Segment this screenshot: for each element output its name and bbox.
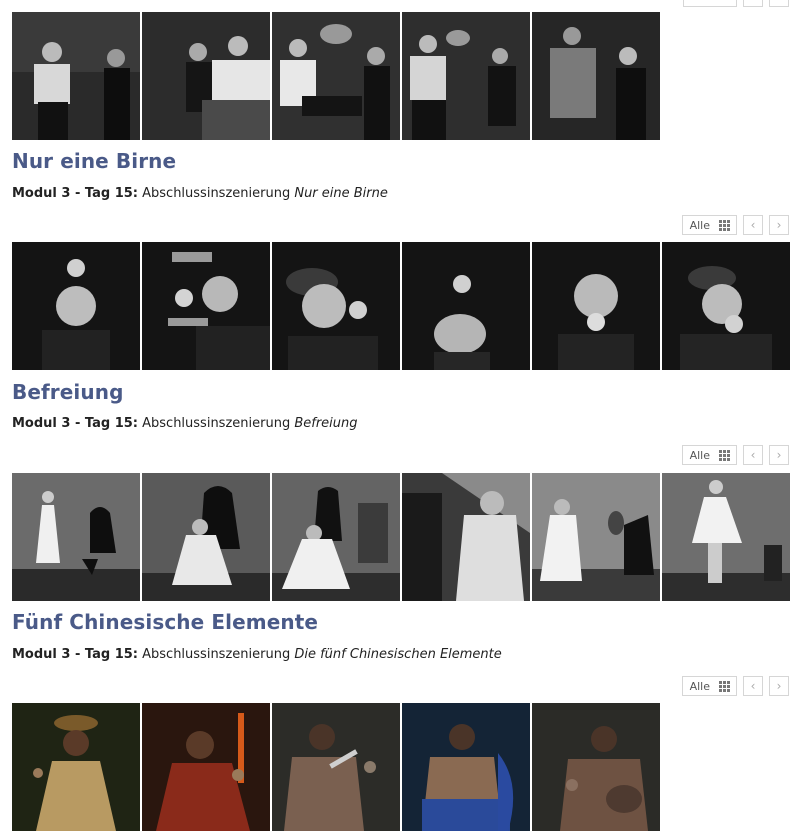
chevron-right-icon: › bbox=[776, 448, 782, 462]
view-all-button[interactable] bbox=[683, 0, 737, 7]
gallery-controls: Alle ‹ › bbox=[681, 676, 789, 696]
gallery-thumbnail[interactable] bbox=[12, 12, 140, 140]
gallery-thumbnail[interactable] bbox=[532, 12, 660, 140]
chevron-left-icon: ‹ bbox=[750, 679, 756, 693]
gallery-thumbnail[interactable] bbox=[142, 473, 270, 601]
prev-button[interactable] bbox=[743, 0, 763, 7]
view-all-label: Alle bbox=[689, 218, 710, 232]
next-button[interactable]: › bbox=[769, 215, 789, 235]
gallery-description: Modul 3 - Tag 15: Abschlussinszenierung … bbox=[12, 416, 358, 431]
chevron-right-icon: › bbox=[776, 679, 782, 693]
description-emphasis: Befreiung bbox=[294, 416, 358, 431]
chevron-right-icon: › bbox=[776, 218, 782, 232]
gallery-thumbnail[interactable] bbox=[662, 242, 790, 370]
gallery-thumbnail[interactable] bbox=[272, 473, 400, 601]
prev-button[interactable]: ‹ bbox=[743, 215, 763, 235]
prev-button[interactable]: ‹ bbox=[743, 676, 763, 696]
description-text: Abschlussinszenierung bbox=[138, 647, 295, 662]
module-label: Modul 3 - Tag 15: bbox=[12, 416, 138, 431]
view-all-button[interactable]: Alle bbox=[681, 676, 737, 696]
grid-icon bbox=[719, 680, 730, 692]
next-button[interactable] bbox=[769, 0, 789, 7]
gallery-thumbnail[interactable] bbox=[402, 242, 530, 370]
grid-icon bbox=[719, 449, 730, 461]
module-label: Modul 3 - Tag 15: bbox=[12, 186, 138, 201]
chevron-left-icon: ‹ bbox=[750, 218, 756, 232]
gallery-controls: Alle ‹ › bbox=[681, 215, 789, 235]
gallery-thumbnail[interactable] bbox=[532, 473, 660, 601]
gallery-thumbnail[interactable] bbox=[402, 12, 530, 140]
gallery-title[interactable]: Fünf Chinesische Elemente bbox=[12, 610, 318, 634]
gallery-thumbnail[interactable] bbox=[142, 703, 270, 831]
gallery-thumbnail[interactable] bbox=[142, 12, 270, 140]
gallery-strip bbox=[12, 703, 660, 831]
view-all-label: Alle bbox=[689, 448, 710, 462]
gallery-thumbnail[interactable] bbox=[272, 242, 400, 370]
gallery-title[interactable]: Nur eine Birne bbox=[12, 149, 176, 173]
next-button[interactable]: › bbox=[769, 445, 789, 465]
description-text: Abschlussinszenierung bbox=[138, 416, 295, 431]
gallery-strip bbox=[12, 242, 790, 370]
gallery-thumbnail[interactable] bbox=[12, 242, 140, 370]
gallery-strip-bar bbox=[12, 12, 660, 140]
gallery-thumbnail[interactable] bbox=[142, 242, 270, 370]
gallery-description: Modul 3 - Tag 15: Abschlussinszenierung … bbox=[12, 647, 502, 662]
description-emphasis: Nur eine Birne bbox=[294, 186, 388, 201]
gallery-controls: Alle ‹ › bbox=[681, 445, 789, 465]
gallery-thumbnail[interactable] bbox=[12, 473, 140, 601]
gallery-thumbnail[interactable] bbox=[662, 473, 790, 601]
view-all-button[interactable]: Alle bbox=[681, 215, 737, 235]
gallery-thumbnail[interactable] bbox=[272, 12, 400, 140]
description-emphasis: Die fünf Chinesischen Elemente bbox=[294, 647, 502, 662]
gallery-description: Modul 3 - Tag 15: Abschlussinszenierung … bbox=[12, 186, 388, 201]
chevron-left-icon: ‹ bbox=[750, 448, 756, 462]
gallery-controls-top bbox=[683, 0, 789, 7]
gallery-thumbnail[interactable] bbox=[272, 703, 400, 831]
gallery-thumbnail[interactable] bbox=[402, 703, 530, 831]
gallery-thumbnail[interactable] bbox=[532, 242, 660, 370]
gallery-thumbnail[interactable] bbox=[532, 703, 660, 831]
module-label: Modul 3 - Tag 15: bbox=[12, 647, 138, 662]
grid-icon bbox=[719, 219, 730, 231]
view-all-button[interactable]: Alle bbox=[681, 445, 737, 465]
view-all-label: Alle bbox=[689, 679, 710, 693]
gallery-title[interactable]: Befreiung bbox=[12, 380, 124, 404]
prev-button[interactable]: ‹ bbox=[743, 445, 763, 465]
next-button[interactable]: › bbox=[769, 676, 789, 696]
gallery-strip bbox=[12, 473, 790, 601]
gallery-thumbnail[interactable] bbox=[12, 703, 140, 831]
gallery-thumbnail[interactable] bbox=[402, 473, 530, 601]
description-text: Abschlussinszenierung bbox=[138, 186, 295, 201]
